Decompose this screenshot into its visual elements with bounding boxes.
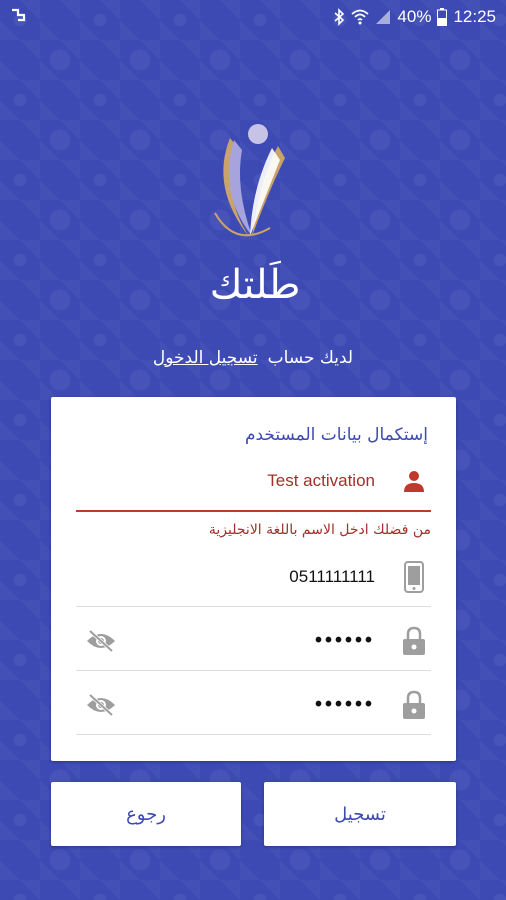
registration-form-card: إستكمال بيانات المستخدم Test activation …: [51, 397, 456, 761]
phone-input-value[interactable]: 0511111111: [289, 567, 375, 587]
name-input-value[interactable]: Test activation: [267, 471, 375, 491]
login-prompt-text: لديك حساب: [267, 348, 354, 368]
register-button[interactable]: تسجيل: [264, 782, 456, 846]
lock-icon: [401, 626, 427, 656]
lock-icon: [401, 690, 427, 720]
signal-icon: [375, 9, 391, 25]
form-title: إستكمال بيانات المستخدم: [244, 425, 428, 445]
user-icon: [401, 466, 427, 496]
clock: 12:25: [453, 7, 496, 26]
confirm-password-field[interactable]: ••••••: [76, 675, 431, 735]
visibility-off-icon[interactable]: [84, 690, 118, 720]
password-field[interactable]: ••••••: [76, 611, 431, 671]
status-bar: 40% 12:25: [0, 0, 506, 34]
logo-text: طَلتك: [209, 262, 301, 308]
name-field[interactable]: Test activation: [76, 452, 431, 512]
password-input-value[interactable]: ••••••: [315, 629, 375, 652]
phone-field[interactable]: 0511111111: [76, 547, 431, 607]
login-link[interactable]: تسجيل الدخول: [153, 348, 258, 368]
login-prompt: لديك حساب تسجيل الدخول: [0, 348, 506, 368]
confirm-password-input-value[interactable]: ••••••: [315, 693, 375, 716]
bluetooth-icon: [333, 8, 345, 26]
wifi-icon: [351, 9, 370, 25]
back-button[interactable]: رجوع: [51, 782, 241, 846]
mobile-phone-icon: [401, 560, 427, 593]
battery-icon: [437, 8, 448, 26]
visibility-off-icon[interactable]: [84, 626, 118, 656]
name-error-message: من فضلك ادخل الاسم باللغة الانجليزية: [208, 522, 431, 538]
battery-percent: 40%: [397, 7, 432, 26]
app-notification-icon: [10, 7, 26, 28]
